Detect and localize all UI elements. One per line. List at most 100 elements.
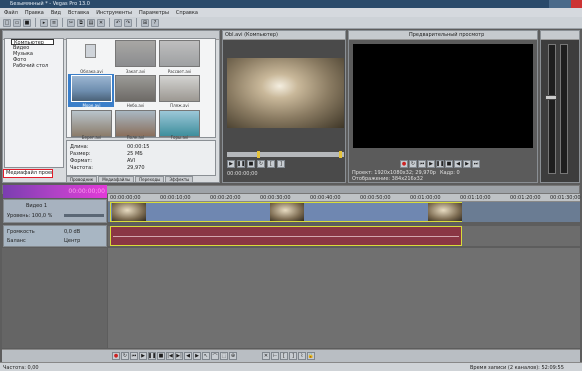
cut-icon[interactable]: ✂	[67, 18, 75, 27]
go-to-end-icon[interactable]: ▶|	[175, 352, 183, 360]
file-thumb-0[interactable]	[71, 40, 112, 67]
file-thumb-2[interactable]	[159, 40, 200, 67]
trimmer-scrubber[interactable]	[227, 151, 344, 158]
copy-icon[interactable]: ⧉	[77, 18, 85, 27]
split-icon[interactable]: ⌇	[298, 352, 306, 360]
mark-in-icon[interactable]: [	[267, 160, 275, 168]
play-from-start-icon[interactable]: ⏮	[130, 352, 138, 360]
menu-help[interactable]: Справка	[176, 10, 198, 16]
trim-start-icon[interactable]: [	[280, 352, 288, 360]
tab-media[interactable]: Медиафайлы	[98, 176, 135, 183]
file-thumb-6[interactable]	[71, 110, 112, 137]
next-frame-icon[interactable]: ▶	[463, 160, 471, 168]
undo-icon[interactable]: ↶	[114, 18, 122, 27]
normal-edit-tool-icon[interactable]: ↖	[202, 352, 210, 360]
envelope-tool-icon[interactable]: ⌒	[211, 352, 219, 360]
trim-end-icon[interactable]: ]	[289, 352, 297, 360]
audio-track-header[interactable]: Громкость 0,0 dB Баланс Центр	[3, 225, 107, 247]
new-icon[interactable]: □	[3, 18, 11, 27]
audio-vol-label: Громкость	[7, 229, 35, 235]
ruler-tick-label: 00:01:00;00	[410, 195, 441, 201]
video-clip[interactable]	[110, 202, 462, 222]
highlighted-tab-label: Медиафайл проекта	[6, 170, 52, 176]
mark-out-icon[interactable]: ]	[277, 160, 285, 168]
file-thumb-7[interactable]	[115, 110, 156, 137]
prev-frame-icon[interactable]: ◀	[454, 160, 462, 168]
delete-icon[interactable]: ✕	[262, 352, 270, 360]
master-fader[interactable]	[545, 95, 557, 100]
trim-icon[interactable]: ⊢	[271, 352, 279, 360]
highlighted-tab[interactable]: Медиафайл проекта	[3, 169, 53, 178]
preview-transport: ● ↻ ⏮ ▶ ❚❚ ■ ◀ ▶ ⏭	[400, 160, 481, 168]
file-thumb-3[interactable]	[71, 75, 112, 102]
record-icon[interactable]: ●	[400, 160, 408, 168]
loop-icon[interactable]: ↻	[121, 352, 129, 360]
help-icon[interactable]: ?	[151, 18, 159, 27]
main-toolbar: □ ▭ ■ ▸ ≡ ✂ ⧉ ▤ ✕ ↶ ↷ ⊞ ?	[0, 17, 582, 29]
menu-tools[interactable]: Инструменты	[96, 10, 132, 16]
loop-icon[interactable]: ↻	[257, 160, 265, 168]
next-frame-icon[interactable]: ▶	[193, 352, 201, 360]
ruler-tick-label: 00:01:20;00	[510, 195, 541, 201]
open-icon[interactable]: ▭	[13, 18, 21, 27]
record-icon[interactable]: ●	[112, 352, 120, 360]
close-button[interactable]	[571, 0, 582, 8]
play-icon[interactable]: ▶	[427, 160, 435, 168]
preview-quality-dropdown[interactable]: Предварительный просмотр	[409, 32, 484, 38]
properties-icon[interactable]: ≡	[50, 18, 58, 27]
redo-icon[interactable]: ↷	[124, 18, 132, 27]
paste-icon[interactable]: ▤	[87, 18, 95, 27]
timecode-display: 00:00:00;00	[3, 185, 107, 198]
tab-explorer[interactable]: Проводник	[66, 176, 98, 183]
file-thumb-1[interactable]	[115, 40, 156, 67]
tab-effects[interactable]: Эффекты	[165, 176, 194, 183]
trimmer-tab[interactable]: Obl.avi (Компьютер)	[223, 31, 313, 39]
timeline-ruler[interactable]: 00:00:00;00 00:00:10;00 00:00:20;00 00:0…	[108, 194, 581, 202]
menu-edit[interactable]: Правка	[25, 10, 44, 16]
snap-icon[interactable]: ⊞	[141, 18, 149, 27]
prop-rate: Частота:	[70, 165, 93, 171]
pause-icon[interactable]: ❚❚	[237, 160, 245, 168]
menu-options[interactable]: Параметры	[139, 10, 169, 16]
play-from-start-icon[interactable]: ⏮	[418, 160, 426, 168]
loop-icon[interactable]: ↻	[409, 160, 417, 168]
save-icon[interactable]: ■	[23, 18, 31, 27]
file-thumb-4[interactable]	[115, 75, 156, 102]
menu-insert[interactable]: Вставка	[68, 10, 89, 16]
selection-tool-icon[interactable]: ⬚	[220, 352, 228, 360]
play-icon[interactable]: ▶	[139, 352, 147, 360]
delete-icon[interactable]: ✕	[97, 18, 105, 27]
stop-icon[interactable]: ■	[247, 160, 255, 168]
prop-size-value: 25 МБ	[127, 151, 143, 157]
lock-icon[interactable]: 🔒	[307, 352, 315, 360]
file-thumb-5[interactable]	[159, 75, 200, 102]
ruler-tick-label: 00:00:50;00	[360, 195, 391, 201]
tree-item-desktop[interactable]: Рабочий стол	[5, 63, 63, 69]
zoom-tool-icon[interactable]: ⊕	[229, 352, 237, 360]
file-thumb-8[interactable]	[159, 110, 200, 137]
preview-toolbar: Предварительный просмотр	[349, 31, 537, 40]
go-to-start-icon[interactable]: |◀	[166, 352, 174, 360]
menu-view[interactable]: Вид	[51, 10, 61, 16]
stop-icon[interactable]: ■	[157, 352, 165, 360]
prev-frame-icon[interactable]: ◀	[184, 352, 192, 360]
tab-transitions[interactable]: Переходы	[135, 176, 165, 183]
empty-timeline-area[interactable]	[108, 248, 580, 348]
video-track-header[interactable]: Видео 1 Уровень: 100,0 %	[3, 199, 107, 223]
play-icon[interactable]: ▶	[227, 160, 235, 168]
video-track-number: Видео 1	[26, 203, 48, 209]
video-level-slider[interactable]	[64, 214, 104, 217]
trimmer-out-marker[interactable]	[339, 151, 342, 158]
go-to-end-icon[interactable]: ⏭	[472, 160, 480, 168]
menu-file[interactable]: Файл	[4, 10, 18, 16]
minimize-button[interactable]	[549, 0, 560, 8]
maximize-button[interactable]	[560, 0, 571, 8]
stop-icon[interactable]: ■	[445, 160, 453, 168]
folder-tree[interactable]: Компьютер Видео Музыка Фото Рабочий стол	[4, 38, 64, 168]
prop-length: Длина:	[70, 144, 89, 150]
trimmer-in-marker[interactable]	[257, 151, 260, 158]
pause-icon[interactable]: ❚❚	[436, 160, 444, 168]
audio-clip[interactable]	[110, 226, 462, 246]
render-icon[interactable]: ▸	[40, 18, 48, 27]
pause-icon[interactable]: ❚❚	[148, 352, 156, 360]
